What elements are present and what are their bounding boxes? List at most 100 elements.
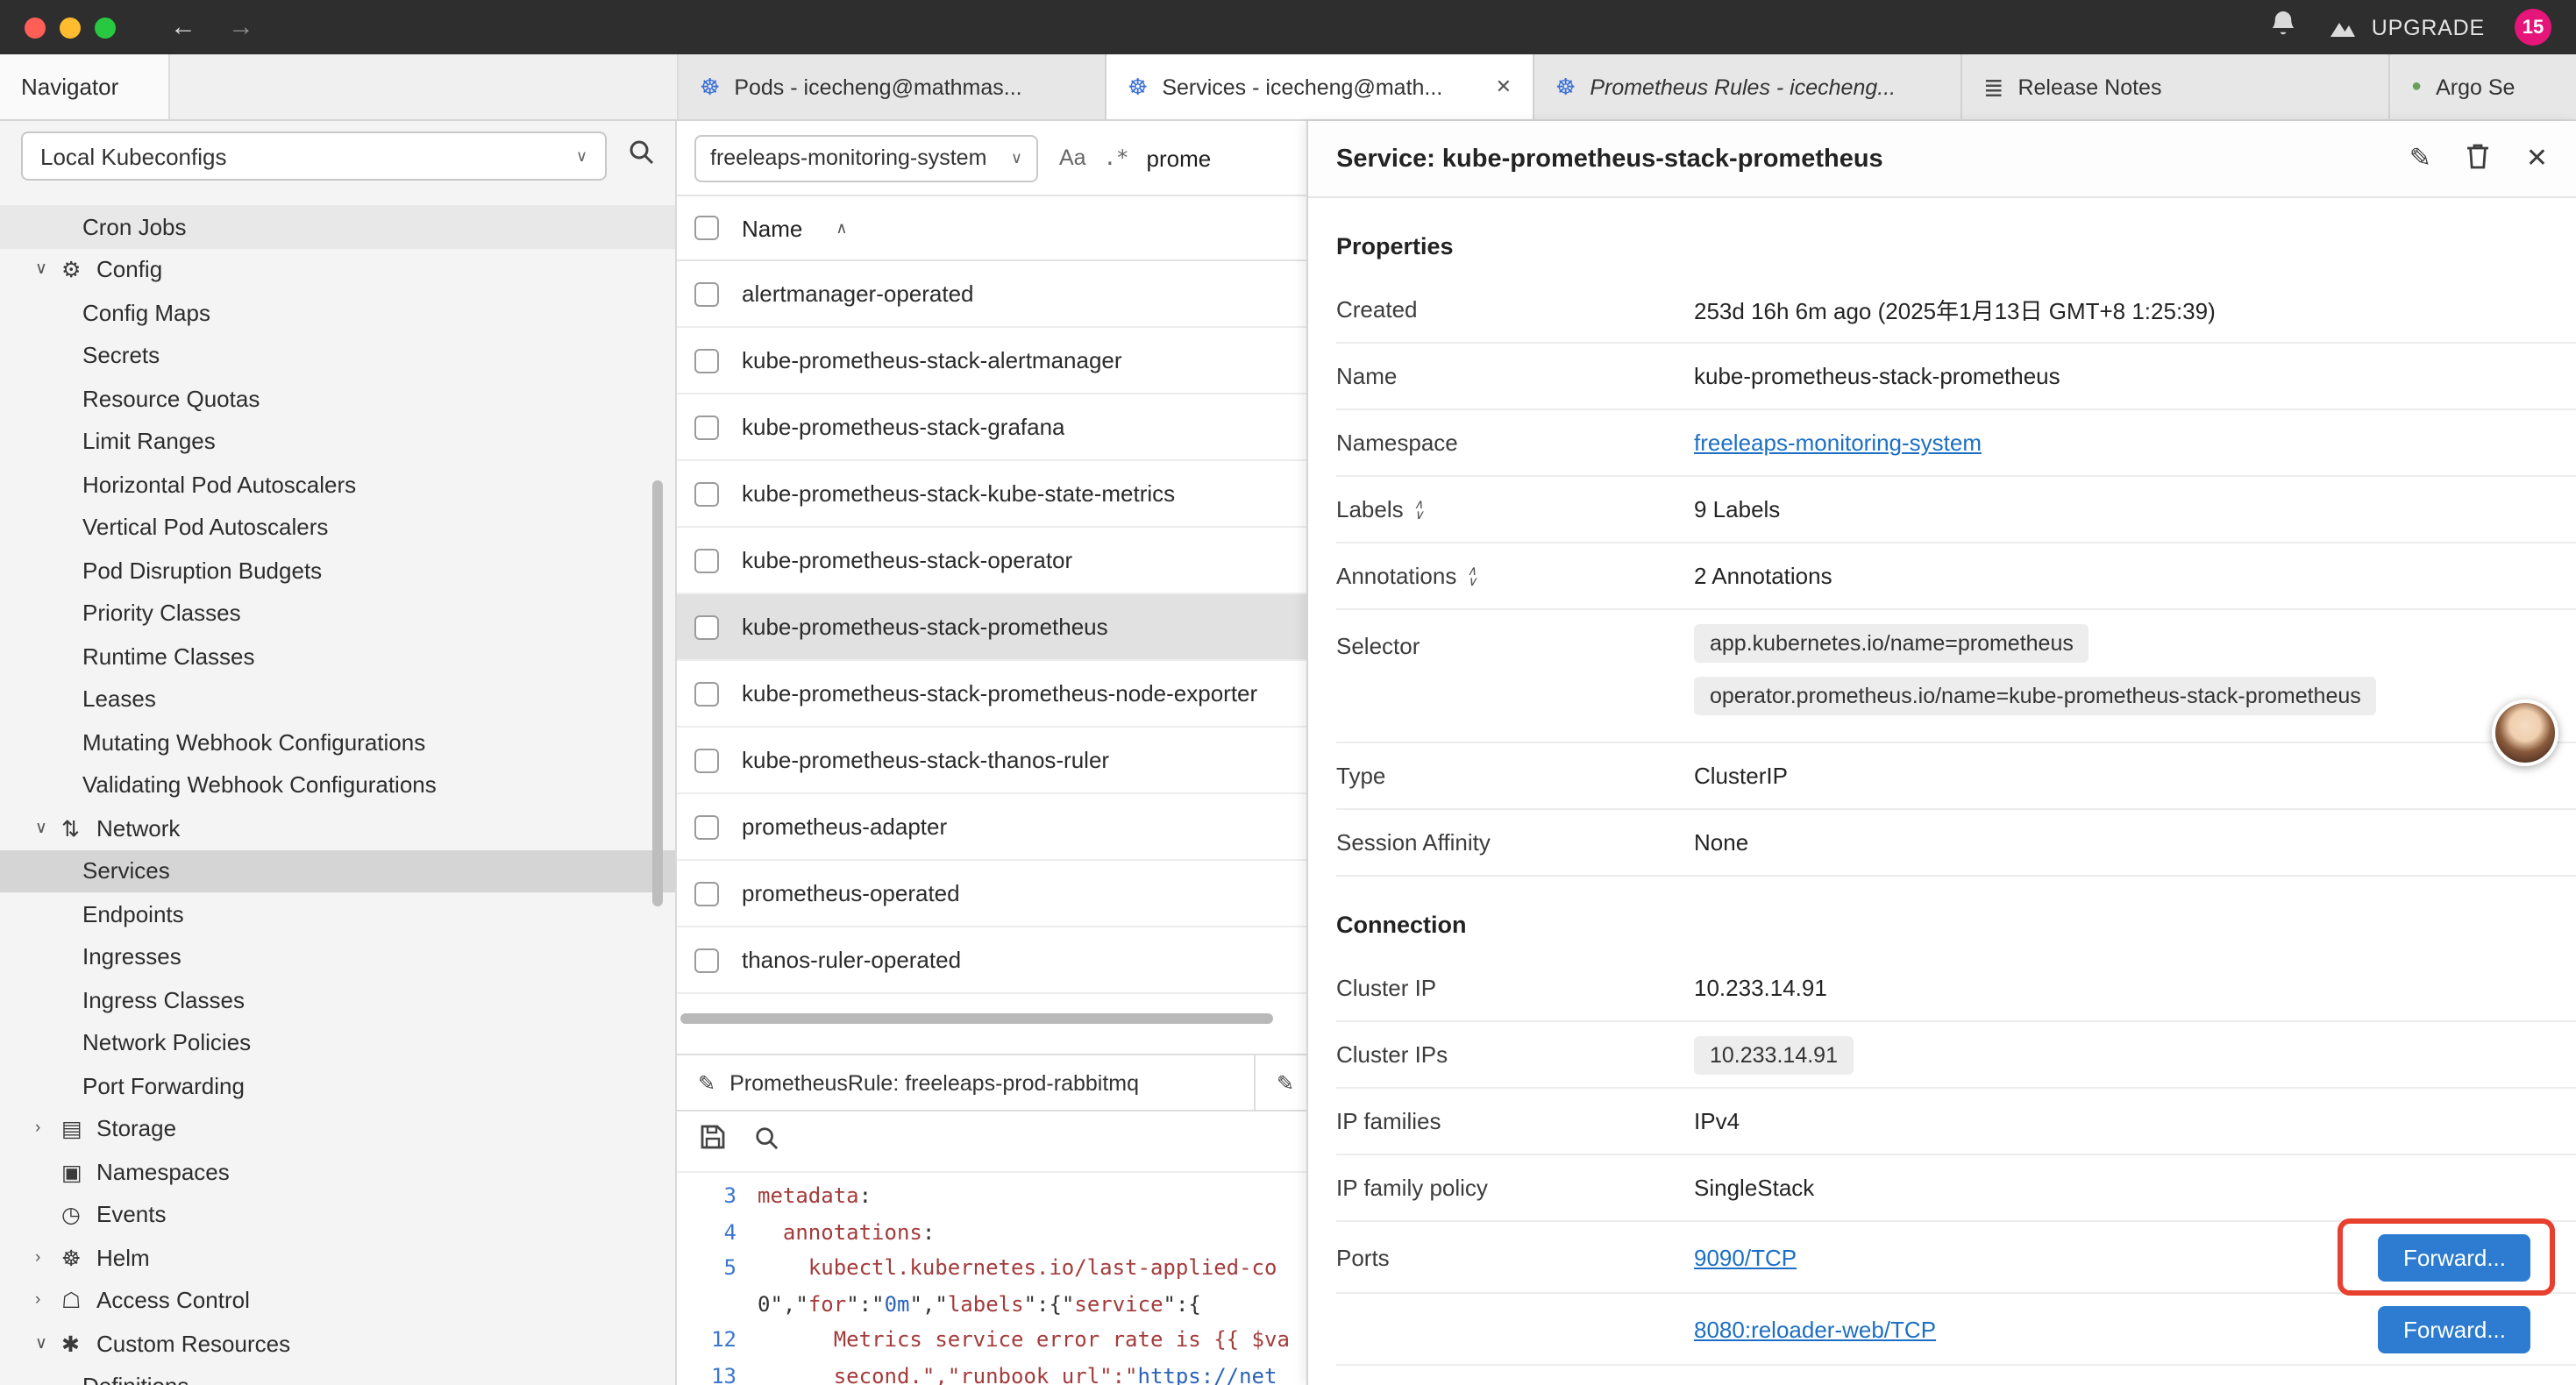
labels-count[interactable]: 9 Labels [1694,496,1780,522]
sort-asc-icon[interactable]: ∧ [836,218,847,238]
row-checkbox[interactable] [694,548,719,572]
row-checkbox[interactable] [694,348,719,373]
annotations-count[interactable]: 2 Annotations [1694,563,1832,589]
zoom-window-button[interactable] [95,17,116,38]
sidebar-item[interactable]: Services [0,849,675,892]
dock-tab-next[interactable]: ✎ [1256,1055,1306,1110]
notification-badge[interactable]: 15 [2515,9,2551,46]
minimize-window-button[interactable] [60,17,81,38]
row-checkbox[interactable] [694,481,719,506]
scrollbar-thumb[interactable] [680,1013,1273,1024]
row-checkbox[interactable] [694,415,719,439]
navigator-panel-tab[interactable]: Navigator [0,54,169,119]
row-checkbox[interactable] [694,948,719,972]
avatar[interactable] [2492,700,2558,766]
sidebar-item[interactable]: Secrets [0,334,675,377]
sidebar-item[interactable]: Horizontal Pod Autoscalers [0,463,675,506]
search-field[interactable]: Aa .* prome [1059,145,1211,171]
row-checkbox[interactable] [694,281,719,306]
match-case-toggle[interactable]: Aa [1059,146,1086,170]
port-link[interactable]: 8080:reloader-web/TCP [1694,1316,1936,1342]
service-row[interactable]: kube-prometheus-stack-alertmanager [677,328,1306,394]
namespace-selector[interactable]: freeleaps-monitoring-system ∨ [694,134,1038,181]
service-row[interactable]: alertmanager-operated [677,261,1306,328]
editor-tab[interactable]: ☸ Pods - icecheng@mathmas... [679,54,1107,119]
sidebar-item[interactable]: › ▤ Storage [0,1107,675,1150]
sidebar-item[interactable]: Definitions [0,1365,675,1385]
sidebar-item[interactable]: › ☸ Helm [0,1236,675,1279]
service-row[interactable]: prometheus-adapter [677,794,1306,861]
bell-icon[interactable] [2270,8,2298,46]
sidebar-item[interactable]: › ☖ Access Control [0,1279,675,1322]
forward-button[interactable]: Forward... [2379,1233,2530,1281]
sidebar-item[interactable]: Runtime Classes [0,635,675,678]
editor-tab[interactable]: ≣ Release Notes [1962,54,2390,119]
sidebar-item-label: Cron Jobs [82,214,187,240]
select-all-checkbox[interactable] [694,216,719,240]
dock-tab-prometheusrule[interactable]: ✎ PrometheusRule: freeleaps-prod-rabbitm… [677,1055,1256,1110]
search-icon[interactable] [754,1125,779,1158]
back-button[interactable]: ← [170,14,196,40]
sidebar-item[interactable]: Priority Classes [0,592,675,635]
row-checkbox[interactable] [694,814,719,839]
sidebar-item[interactable]: Ingresses [0,935,675,978]
save-icon[interactable] [700,1124,726,1159]
row-checkbox[interactable] [694,614,719,639]
sidebar-item[interactable]: ◷ Events [0,1193,675,1236]
upgrade-button[interactable]: UPGRADE [2328,15,2485,39]
editor-tab[interactable]: ● Argo Se [2390,54,2576,119]
sidebar-item[interactable]: ∨ ⇅ Network [0,806,675,849]
port-link[interactable]: 9090/TCP [1694,1244,1797,1270]
search-input[interactable]: prome [1147,145,1212,171]
service-row[interactable]: kube-prometheus-stack-prometheus [677,594,1306,661]
name-column-header[interactable]: Name [742,215,802,241]
sidebar-item[interactable]: Validating Webhook Configurations [0,764,675,806]
close-tab-icon[interactable]: ✕ [1496,75,1512,98]
trash-icon[interactable] [2466,142,2491,175]
service-row[interactable]: kube-prometheus-stack-operator [677,528,1306,594]
sidebar-item[interactable]: Resource Quotas [0,377,675,420]
sidebar-item[interactable]: Mutating Webhook Configurations [0,721,675,764]
namespace-link[interactable]: freeleaps-monitoring-system [1694,430,1982,456]
sidebar-scrollbar[interactable] [652,480,663,906]
service-row[interactable]: kube-prometheus-stack-thanos-ruler [677,728,1306,794]
sidebar-item[interactable]: Config Maps [0,291,675,334]
service-name: prometheus-operated [742,880,960,906]
expand-toggle-icon[interactable]: ∧∨ [1414,499,1424,520]
sidebar-item[interactable]: ▣ Namespaces [0,1150,675,1193]
row-checkbox[interactable] [694,748,719,772]
service-row[interactable]: kube-prometheus-stack-kube-state-metrics [677,461,1306,528]
editor-tab[interactable]: ☸ Services - icecheng@math... ✕ [1107,54,1534,119]
row-checkbox[interactable] [694,881,719,906]
ip-families-row: IP families IPv4 [1336,1089,2576,1155]
close-window-button[interactable] [25,17,46,38]
sidebar-item[interactable]: ∨ ✱ Custom Resources [0,1322,675,1365]
service-row[interactable]: kube-prometheus-stack-prometheus-node-ex… [677,661,1306,728]
horizontal-scrollbar[interactable] [677,1005,1306,1033]
search-icon[interactable] [628,138,654,174]
service-row[interactable]: prometheus-operated [677,861,1306,927]
service-row[interactable]: thanos-ruler-operated [677,927,1306,994]
expand-toggle-icon[interactable]: ∧∨ [1467,565,1477,586]
yaml-editor[interactable]: 3 metadata: 4 annotations: 5 kubectl.kub… [677,1173,1306,1385]
sidebar-item[interactable]: Leases [0,678,675,721]
sidebar-item[interactable]: Ingress Classes [0,978,675,1021]
editor-tab[interactable]: ☸ Prometheus Rules - icecheng... [1534,54,1962,119]
kubeconfig-selector[interactable]: Local Kubeconfigs ∨ [21,131,607,181]
sidebar-item[interactable]: Cron Jobs [0,205,675,248]
service-row[interactable]: kube-prometheus-stack-grafana [677,394,1306,461]
sidebar-item[interactable]: Limit Ranges [0,420,675,463]
properties-heading: Properties [1336,233,2576,259]
sidebar-item[interactable]: Pod Disruption Budgets [0,549,675,592]
regex-toggle[interactable]: .* [1104,146,1129,170]
sidebar-item[interactable]: Endpoints [0,892,675,935]
edit-pencil-icon[interactable]: ✎ [2409,146,2431,172]
close-icon[interactable]: ✕ [2526,146,2548,172]
sidebar-item[interactable]: Port Forwarding [0,1064,675,1107]
sidebar-item[interactable]: Vertical Pod Autoscalers [0,506,675,549]
row-checkbox[interactable] [694,681,719,706]
sidebar-item[interactable]: Network Policies [0,1021,675,1064]
forward-button[interactable]: Forward... [2379,1305,2530,1353]
sidebar-item[interactable]: ∨ ⚙ Config [0,248,675,291]
forward-button[interactable]: → [228,14,254,40]
